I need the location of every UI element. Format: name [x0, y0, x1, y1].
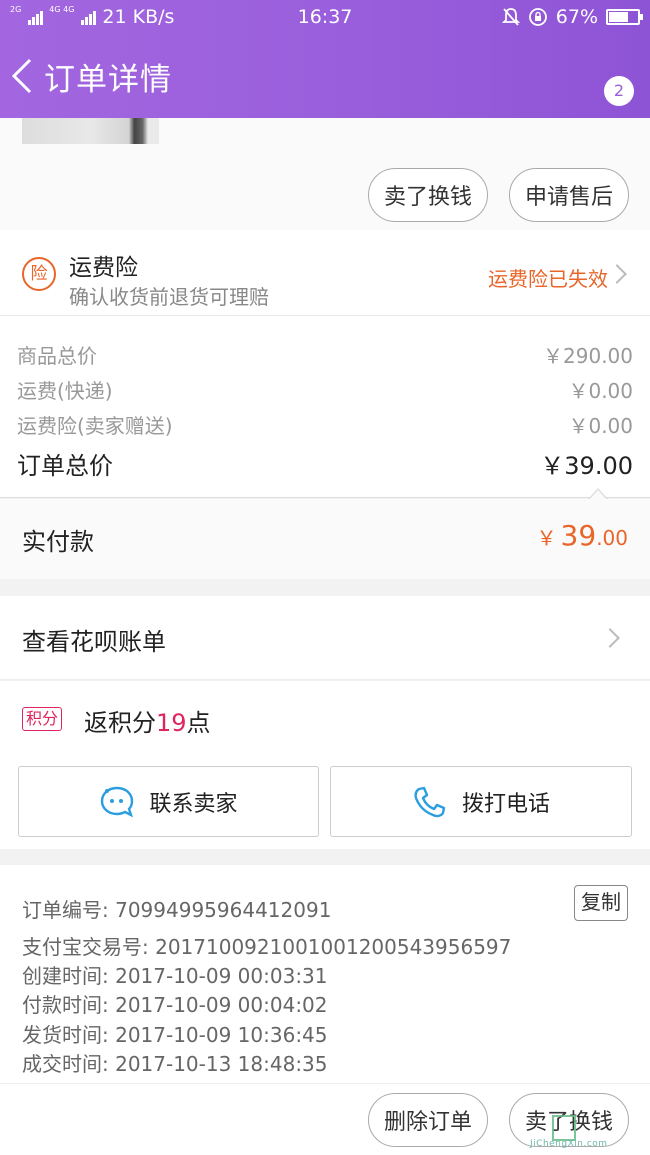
price-value: ￥0.00 — [568, 414, 633, 438]
after-sale-button[interactable]: 申请售后 — [509, 168, 629, 222]
completed-time: 成交时间: 2017-10-13 18:48:35 — [22, 1052, 328, 1076]
contact-seller-button[interactable]: 联系卖家 — [18, 766, 319, 837]
clock: 16:37 — [297, 6, 353, 28]
back-icon[interactable] — [10, 56, 38, 96]
contact-seller-label: 联系卖家 — [149, 791, 238, 817]
order-info: 订单编号: 70994995964412091 复制 支付宝交易号: 20171… — [0, 865, 650, 1083]
paid-decimal: .00 — [596, 526, 628, 550]
copy-button[interactable]: 复制 — [574, 885, 628, 921]
call-phone-button[interactable]: 拨打电话 — [330, 766, 632, 837]
bottom-action-bar: 删除订单 卖了换钱 JiChengXin.com — [0, 1083, 650, 1155]
points-prefix: 返积分 — [84, 709, 156, 737]
created-time: 创建时间: 2017-10-09 00:03:31 — [22, 964, 328, 988]
price-row: 运费(快递) ￥0.00 — [17, 375, 633, 404]
price-row: 商品总价 ￥290.00 — [17, 340, 633, 369]
paid-time: 付款时间: 2017-10-09 00:04:02 — [22, 993, 328, 1017]
points-tag: 积分 — [22, 707, 63, 731]
status-bar: 2G 4G 4G 21 KB/s 16:37 67% — [0, 0, 650, 34]
paid-amount-row: 实付款 ￥ 39 .00 — [0, 499, 650, 579]
phone-icon — [414, 786, 446, 817]
battery-level — [609, 12, 628, 22]
price-value: ￥290.00 — [543, 344, 633, 368]
order-total-value: ￥39.00 — [540, 452, 633, 480]
points-number: 19 — [156, 709, 187, 737]
insurance-title: 运费险 — [69, 255, 138, 281]
currency-symbol: ￥ — [536, 526, 557, 550]
order-total-row: 订单总价 ￥39.00 — [17, 446, 633, 481]
order-number: 订单编号: 70994995964412091 — [22, 898, 332, 922]
contact-section: 联系卖家 拨打电话 — [0, 757, 650, 849]
call-phone-label: 拨打电话 — [461, 791, 550, 817]
page-title: 订单详情 — [44, 61, 172, 98]
points-text: 返积分19点 — [84, 703, 211, 738]
points-suffix: 点 — [186, 709, 211, 737]
battery-icon — [606, 9, 643, 25]
watermark-glyph — [552, 1115, 576, 1141]
sell-button[interactable]: 卖了换钱 — [368, 168, 488, 222]
huabei-label: 查看花呗账单 — [22, 628, 166, 656]
insurance-status: 运费险已失效 — [488, 267, 608, 291]
chevron-right-icon — [600, 628, 620, 648]
top-bar: 2G 4G 4G 21 KB/s 16:37 67% 订单详情 2 — [0, 0, 650, 118]
insurance-subtitle: 确认收货前退货可理赔 — [69, 285, 269, 309]
huabei-bill-row[interactable]: 查看花呗账单 — [0, 596, 650, 680]
price-label: 运费险(卖家赠送) — [17, 414, 173, 438]
price-label: 运费(快递) — [17, 379, 113, 403]
points-row: 积分 返积分19点 — [0, 681, 650, 757]
paid-integer: 39 — [560, 519, 597, 552]
watermark-text: JiChengXin.com — [530, 1139, 608, 1149]
watermark-logo: JiChengXin.com — [528, 1109, 644, 1149]
alipay-trade-number: 支付宝交易号: 2017100921001001200543956597 — [22, 935, 512, 959]
order-total-label: 订单总价 — [17, 452, 113, 480]
chat-bubble-icon — [101, 786, 134, 817]
price-row: 运费险(卖家赠送) ￥0.00 — [17, 410, 633, 439]
header: 订单详情 2 — [0, 34, 650, 118]
shipped-time: 发货时间: 2017-10-09 10:36:45 — [22, 1023, 328, 1047]
pointer-caret-fill — [589, 490, 607, 500]
price-breakdown: 商品总价 ￥290.00 运费(快递) ￥0.00 运费险(卖家赠送) ￥0.0… — [0, 316, 650, 498]
price-value: ￥0.00 — [568, 379, 633, 403]
chevron-right-icon — [607, 264, 627, 284]
product-thumbnail[interactable] — [22, 118, 159, 144]
price-label: 商品总价 — [17, 344, 97, 368]
paid-amount: ￥ 39 .00 — [537, 519, 628, 552]
shipping-insurance-row[interactable]: 险 运费险 确认收货前退货可理赔 运费险已失效 — [0, 230, 650, 316]
product-section: 卖了换钱 申请售后 — [0, 118, 650, 230]
paid-label: 实付款 — [22, 528, 94, 556]
delete-order-button[interactable]: 删除订单 — [368, 1093, 488, 1147]
message-badge[interactable]: 2 — [604, 76, 634, 106]
insurance-icon: 险 — [22, 257, 56, 291]
